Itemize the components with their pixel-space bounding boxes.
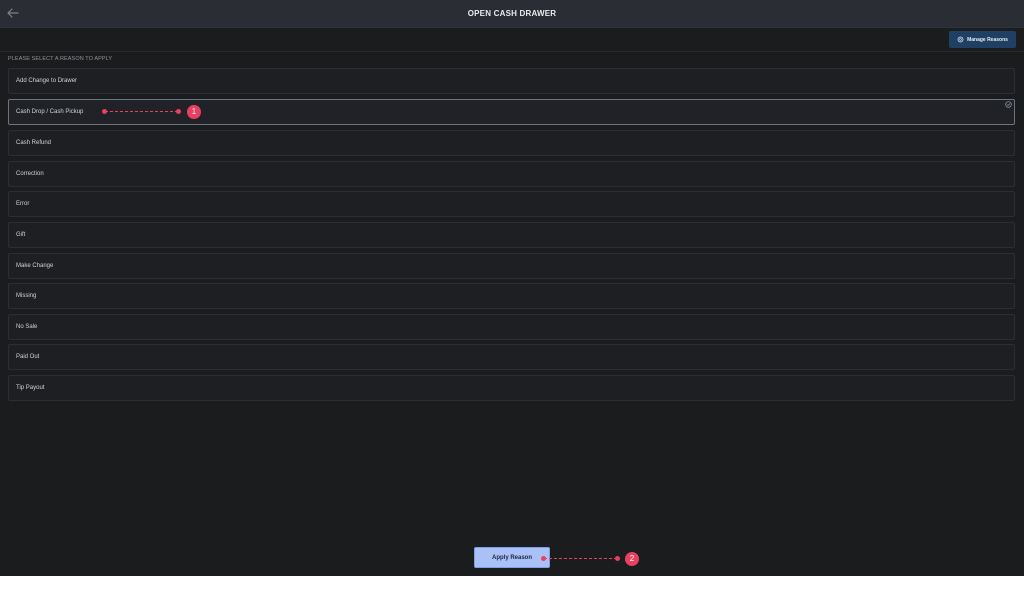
reason-label: Add Change to Drawer [16, 78, 78, 84]
reason-label: Cash Drop / Cash Pickup [16, 109, 84, 115]
manage-reasons-label: Manage Reasons [967, 36, 1008, 43]
reason-item-no-sale[interactable]: No Sale [8, 314, 1015, 340]
reason-item-correction[interactable]: Correction [8, 161, 1015, 187]
page-title: OPEN CASH DRAWER [467, 9, 557, 18]
app-window: OPEN CASH DRAWER Manage Reasons PLEASE S… [0, 0, 1024, 576]
reason-item-cash-refund[interactable]: Cash Refund [8, 130, 1015, 156]
reason-label: Paid Out [16, 354, 40, 360]
reason-item-make-change[interactable]: Make Change [8, 253, 1015, 279]
annotation-line-2 [544, 558, 617, 559]
reason-label: Correction [16, 171, 44, 177]
section-label: PLEASE SELECT A REASON TO APPLY [8, 56, 113, 62]
reason-label: Tip Payout [16, 385, 45, 391]
reason-item-add-change-to-drawer[interactable]: Add Change to Drawer [8, 68, 1015, 94]
header-bar: OPEN CASH DRAWER [0, 0, 1024, 28]
selected-check-icon [1005, 101, 1012, 108]
annotation-dot-1-end [176, 109, 181, 114]
annotation-badge-1: 1 [187, 105, 201, 119]
reason-label: Make Change [16, 263, 54, 269]
gear-icon [957, 36, 964, 43]
divider [0, 51, 1024, 52]
apply-reason-label: Apply Reason [491, 554, 532, 561]
reason-item-cash-drop-cash-pickup[interactable]: Cash Drop / Cash Pickup [8, 99, 1015, 125]
reason-label: No Sale [16, 324, 38, 330]
manage-reasons-button[interactable]: Manage Reasons [949, 31, 1016, 48]
apply-reason-button[interactable]: Apply Reason [474, 547, 550, 568]
reason-item-gift[interactable]: Gift [8, 222, 1015, 248]
reason-item-tip-payout[interactable]: Tip Payout [8, 375, 1015, 401]
annotation-dot-2-end [615, 556, 620, 561]
reason-item-missing[interactable]: Missing [8, 283, 1015, 309]
reason-item-paid-out[interactable]: Paid Out [8, 344, 1015, 370]
annotation-badge-2: 2 [625, 552, 639, 566]
reason-label: Missing [16, 293, 37, 299]
reason-label: Error [16, 201, 30, 207]
reason-label: Cash Refund [16, 140, 52, 146]
reason-label: Gift [16, 232, 26, 238]
reason-item-error[interactable]: Error [8, 191, 1015, 217]
annotation-line-1 [105, 111, 178, 112]
